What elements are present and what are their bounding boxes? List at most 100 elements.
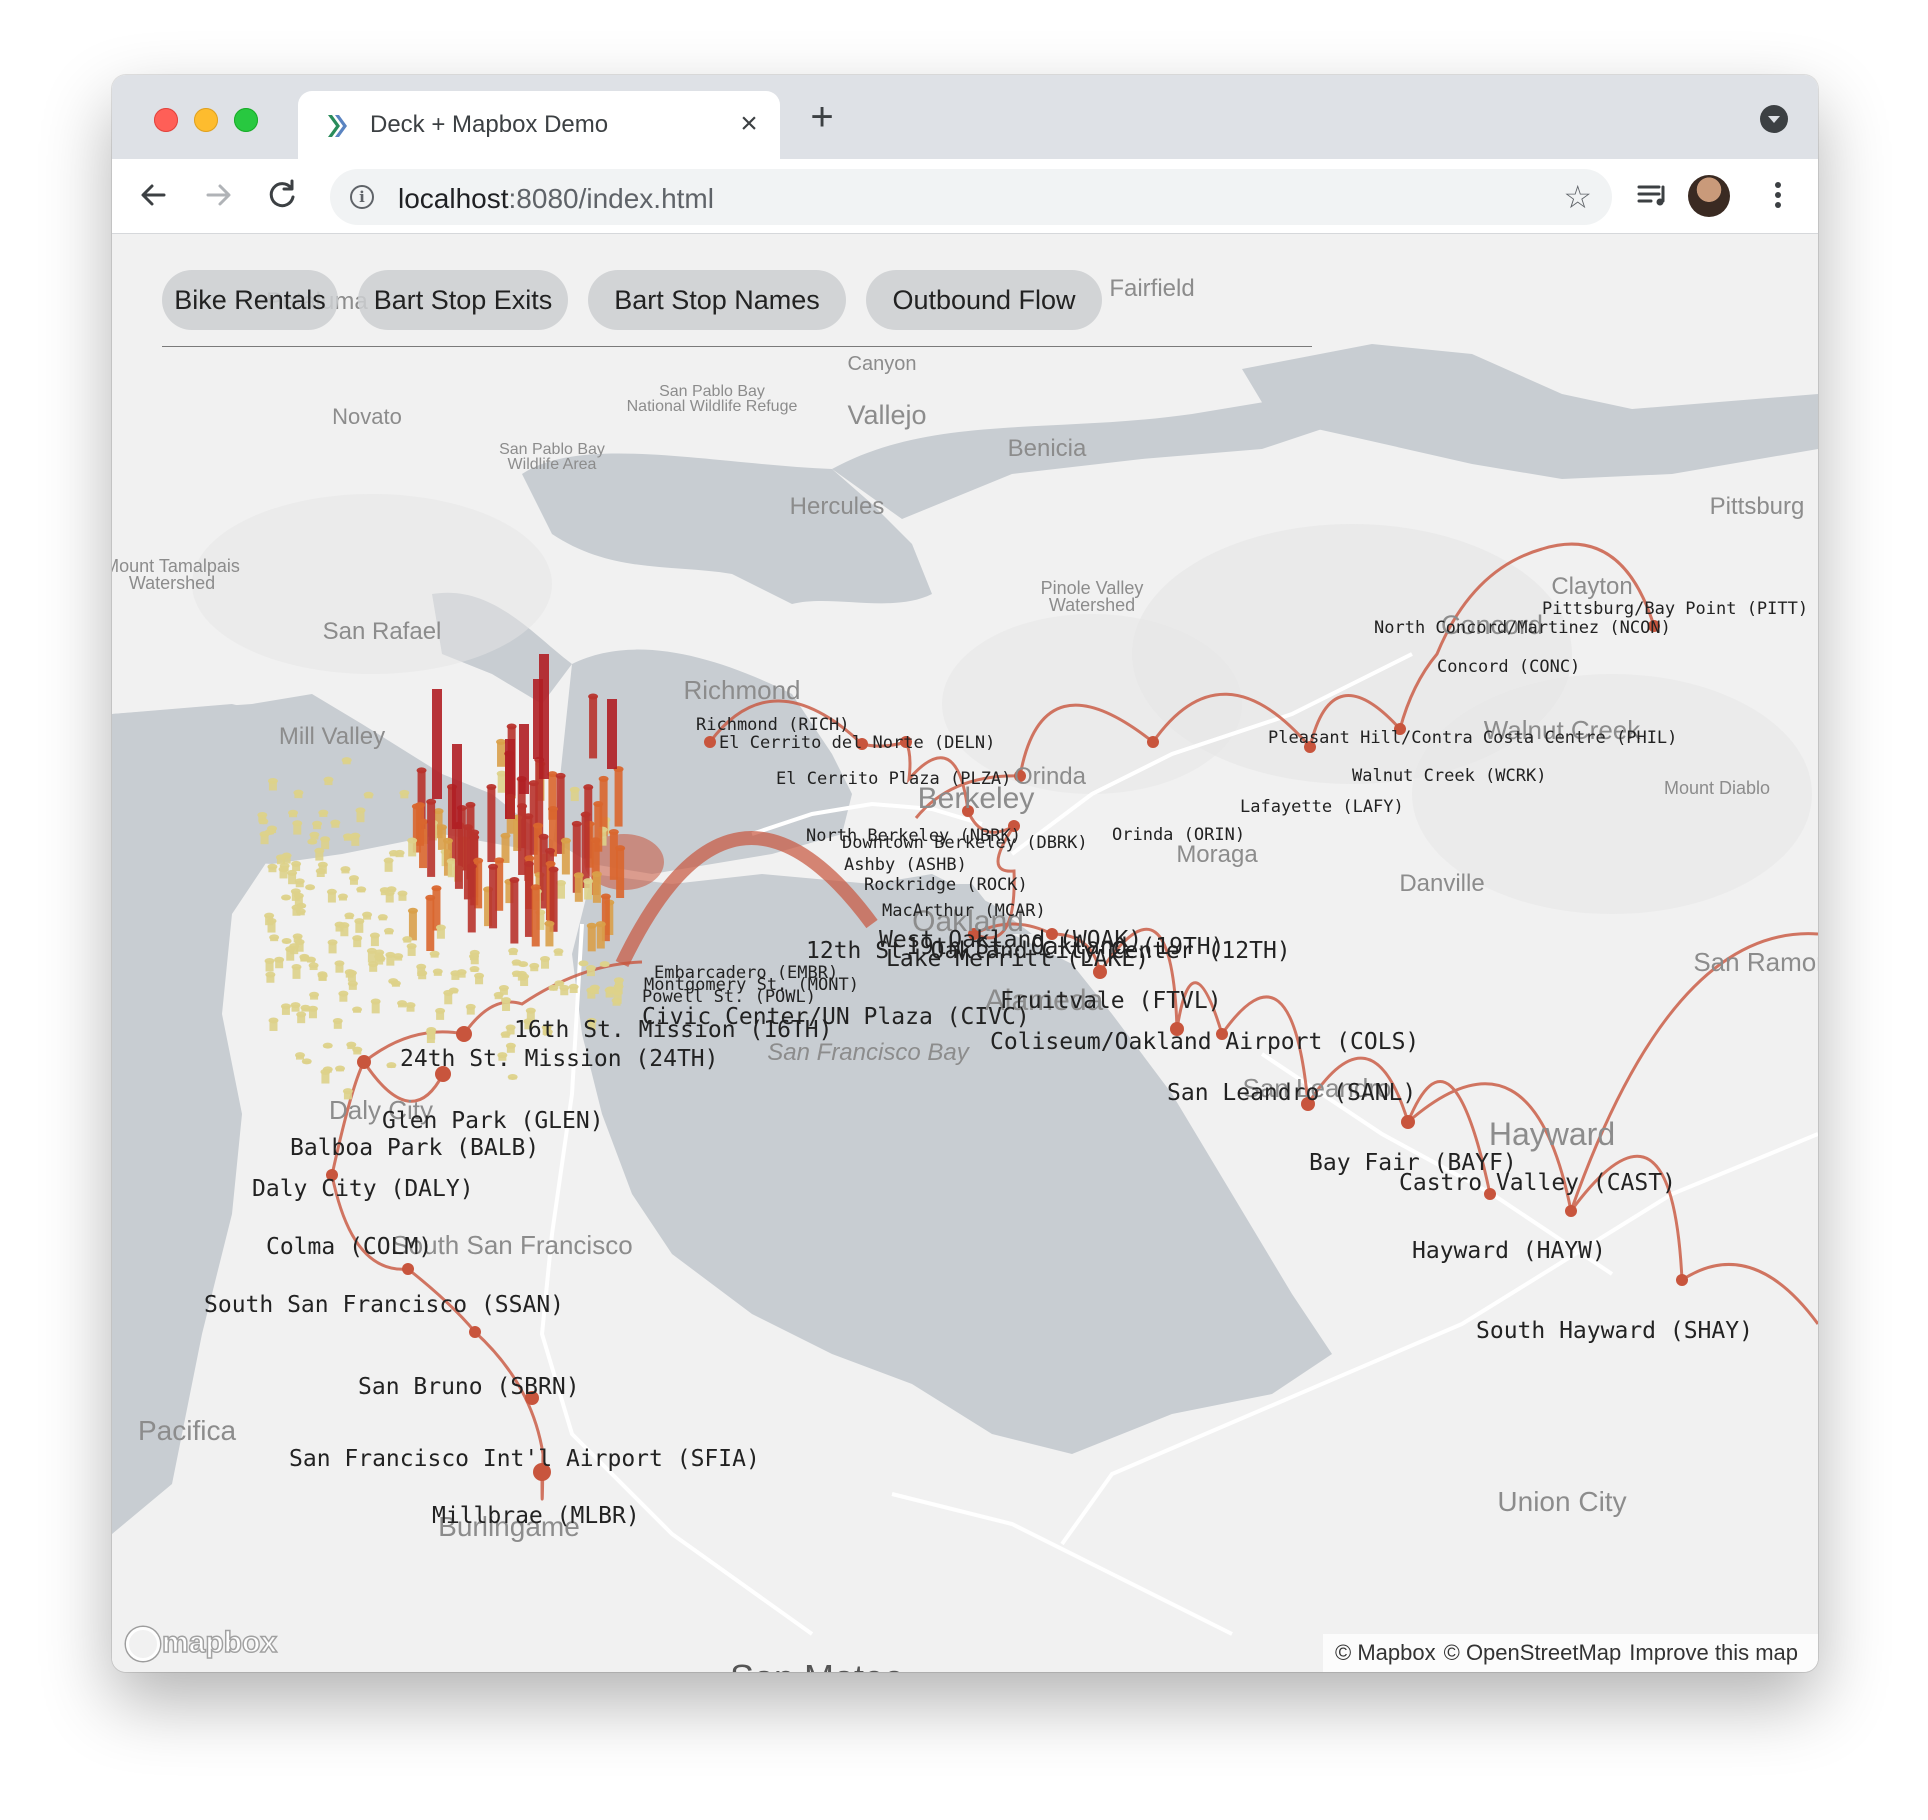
bike-rental-column — [352, 1046, 363, 1055]
bike-rental-column — [418, 818, 429, 869]
place-label-hercules: Hercules — [790, 493, 885, 520]
bike-rental-column — [314, 847, 325, 861]
bike-rental-tall-column — [452, 744, 462, 829]
bike-rental-column — [553, 948, 564, 956]
bike-rental-column — [560, 837, 571, 875]
more-vert-icon[interactable] — [1758, 175, 1798, 215]
attribution-osm-link[interactable]: © OpenStreetMap — [1444, 1640, 1622, 1665]
bike-rental-column — [402, 936, 413, 943]
layer-toggle-bart-stop-exits[interactable]: Bart Stop Exits — [358, 270, 568, 330]
bike-rental-column — [488, 863, 499, 929]
bike-rental-column — [352, 1006, 363, 1013]
bike-rental-column — [377, 914, 388, 921]
bike-rental-column — [399, 789, 410, 799]
url-text[interactable]: localhost:8080/index.html — [398, 183, 714, 215]
bart-stop-label-glen-park-glen: Glen Park (GLEN) — [382, 1108, 604, 1134]
close-window-button[interactable] — [154, 108, 178, 132]
bart-stop-label-rockridge-rock: Rockridge (ROCK) — [864, 875, 1028, 895]
bike-rental-column — [337, 893, 348, 901]
bike-rental-column — [544, 920, 555, 947]
bike-rental-column — [309, 831, 320, 840]
layer-toggle-bart-stop-names[interactable]: Bart Stop Names — [588, 270, 846, 330]
url-path: :8080/index.html — [508, 183, 714, 214]
bart-stop-label-north-concord-martinez-ncon: North Concord/Martinez (NCON) — [1374, 618, 1671, 638]
bike-rental-column — [267, 863, 278, 873]
bike-rental-column — [293, 789, 304, 799]
bart-stop-label-walnut-creek-wcrk: Walnut Creek (WCRK) — [1352, 766, 1546, 786]
bart-stop-label-san-francisco-int-l-airport-sfia: San Francisco Int'l Airport (SFIA) — [289, 1446, 760, 1472]
bike-rental-column — [432, 968, 443, 976]
bart-stop-label-richmond-rich: Richmond (RICH) — [696, 715, 850, 735]
bike-rental-column — [269, 934, 280, 942]
mapbox-logo[interactable]: mapbox — [126, 1625, 278, 1668]
place-label-san-pablo-bay-wildlife-area: San Pablo Bay Wildlife Area — [499, 441, 605, 473]
bart-stop-label-balboa-park-balb: Balboa Park (BALB) — [290, 1135, 539, 1161]
bike-rental-column — [585, 964, 596, 977]
bookmark-star-icon[interactable]: ☆ — [1563, 179, 1592, 215]
bike-rental-column — [354, 918, 365, 933]
map-viewport[interactable]: PetalumaFairfieldCanyonNovatoVallejoSan … — [112, 234, 1818, 1672]
bike-rental-column — [599, 961, 610, 968]
back-arrow-icon[interactable] — [134, 175, 174, 215]
minimize-window-button[interactable] — [194, 108, 218, 132]
bike-rental-column — [291, 860, 302, 872]
address-bar[interactable]: i localhost:8080/index.html ☆ — [330, 169, 1612, 225]
tab-close-icon[interactable]: × — [734, 109, 764, 139]
bike-rental-tall-column — [607, 699, 617, 769]
bike-rental-column — [407, 837, 418, 857]
bike-rental-column — [450, 970, 461, 980]
bart-stop-label-daly-city-daly: Daly City (DALY) — [252, 1176, 474, 1202]
bike-rental-column — [265, 971, 276, 983]
place-label-pacifica: Pacifica — [138, 1415, 236, 1446]
bike-rental-column — [466, 863, 477, 933]
layer-toggle-bike-rentals[interactable]: Bike Rentals — [162, 270, 338, 330]
bart-stop-label-fruitvale-ftvl: Fruitvale (FTVL) — [1000, 988, 1222, 1014]
layer-toggle-outbound-flow[interactable]: Outbound Flow — [866, 270, 1102, 330]
media-control-icon[interactable] — [1632, 175, 1672, 215]
bike-rental-column — [280, 1003, 291, 1015]
bart-stop-label-lafayette-lafy: Lafayette (LAFY) — [1240, 797, 1404, 817]
bike-rental-tall-column — [519, 724, 529, 794]
reload-icon[interactable] — [262, 175, 302, 215]
bike-rental-column — [281, 894, 292, 901]
bart-stop-label-castro-valley-cast: Castro Valley (CAST) — [1399, 1170, 1676, 1196]
map[interactable]: PetalumaFairfieldCanyonNovatoVallejoSan … — [112, 234, 1818, 1672]
attribution-mapbox-link[interactable]: © Mapbox — [1335, 1640, 1436, 1665]
bike-rental-column — [613, 766, 624, 827]
bike-rental-column — [586, 987, 597, 999]
bike-rental-column — [530, 884, 541, 947]
bike-rental-column — [559, 984, 570, 996]
bike-rental-column — [518, 961, 529, 968]
browser-toolbar: i localhost:8080/index.html ☆ — [112, 159, 1818, 234]
bart-stop-label-south-san-francisco-ssan: South San Francisco (SSAN) — [204, 1292, 564, 1318]
bike-rental-column — [362, 911, 373, 920]
bike-rental-column — [486, 783, 497, 863]
bart-stop-label-pittsburg-bay-point-pitt: Pittsburg/Bay Point (PITT) — [1542, 599, 1808, 619]
place-label-danville: Danville — [1399, 870, 1484, 897]
forward-arrow-icon[interactable] — [198, 175, 238, 215]
bike-rental-column — [266, 917, 277, 933]
deckgl-favicon-icon — [328, 115, 347, 137]
bike-rental-column — [588, 693, 599, 759]
bike-rental-column — [323, 776, 334, 786]
site-info-icon[interactable]: i — [350, 185, 374, 209]
bike-rental-column — [369, 932, 380, 947]
map-attribution: © Mapbox © OpenStreetMap Improve this map — [1323, 1634, 1818, 1672]
bart-stop-label-san-bruno-sbrn: San Bruno (SBRN) — [358, 1374, 580, 1400]
bike-rental-column — [268, 1017, 279, 1031]
tab-search-icon[interactable] — [1760, 105, 1788, 133]
place-label-pinole-valley-watershed: Pinole Valley Watershed — [1041, 578, 1144, 615]
bike-rental-column — [363, 791, 374, 799]
new-tab-button[interactable]: + — [802, 97, 842, 137]
place-label-richmond: Richmond — [683, 675, 800, 705]
tab-active[interactable]: Deck + Mapbox Demo × — [298, 91, 780, 159]
maximize-window-button[interactable] — [234, 108, 258, 132]
attribution-improve-link[interactable]: Improve this map — [1629, 1640, 1798, 1665]
bike-rental-column — [332, 1017, 343, 1029]
bike-rental-column — [443, 989, 454, 1005]
bike-rental-column — [586, 922, 597, 952]
profile-avatar[interactable] — [1688, 175, 1730, 217]
mapbox-logo-icon — [126, 1627, 160, 1662]
bike-rental-column — [312, 820, 323, 830]
bike-rental-column — [274, 956, 285, 969]
